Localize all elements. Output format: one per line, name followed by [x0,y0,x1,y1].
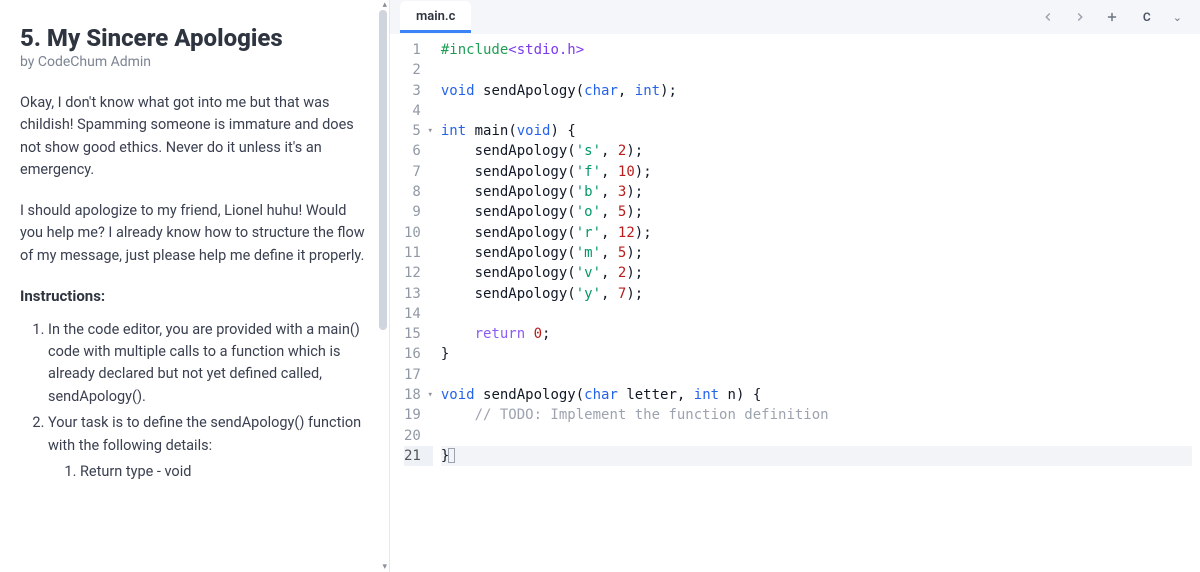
problem-title: 5. My Sincere Apologies [20,24,369,52]
line-number: 9 [404,202,433,222]
line-number: 20 [404,426,433,446]
problem-author: by CodeChum Admin [20,54,369,70]
scroll-down-icon[interactable]: ▾ [382,562,387,572]
code-content[interactable]: #include<stdio.h> void sendApology(char, … [441,40,1200,572]
line-number: 10 [404,223,433,243]
line-number: 3 [404,81,433,101]
line-number: 17 [404,365,433,385]
code-line[interactable]: sendApology('o', 5); [441,202,1192,222]
code-line[interactable] [441,101,1192,121]
code-editor[interactable]: 12345▾6789101112131415161718▾192021 #inc… [390,34,1200,572]
instruction-item: Your task is to define the sendApology()… [48,412,369,483]
line-number: 7 [404,162,433,182]
line-number: 11 [404,243,433,263]
instructions-list: In the code editor, you are provided wit… [20,319,369,484]
code-line[interactable]: // TODO: Implement the function definiti… [441,405,1192,425]
line-number: 18▾ [404,385,433,405]
problem-paragraph: I should apologize to my friend, Lionel … [20,200,369,267]
code-line[interactable]: sendApology('m', 5); [441,243,1192,263]
code-line[interactable]: sendApology('f', 10); [441,162,1192,182]
line-number: 16 [404,344,433,364]
tab-bar: main.c C ⌄ [390,0,1200,34]
code-line[interactable]: sendApology('v', 2); [441,263,1192,283]
line-number: 8 [404,182,433,202]
line-number: 6 [404,141,433,161]
scroll-up-icon[interactable]: ▴ [382,0,387,10]
code-line[interactable] [441,365,1192,385]
code-line[interactable]: } [441,344,1192,364]
problem-sidebar: ▴ ▾ 5. My Sincere Apologies by CodeChum … [0,0,390,572]
chevron-left-icon [1041,10,1055,24]
line-number: 21 [404,446,433,466]
line-number: 5▾ [404,121,433,141]
code-line[interactable] [441,60,1192,80]
code-line[interactable]: void sendApology(char letter, int n) { [441,385,1192,405]
chevron-down-icon[interactable]: ⌄ [1173,11,1182,24]
line-gutter: 12345▾6789101112131415161718▾192021 [390,40,441,572]
line-number: 14 [404,304,433,324]
code-line[interactable]: #include<stdio.h> [441,40,1192,60]
line-number: 13 [404,284,433,304]
code-line[interactable]: sendApology('r', 12); [441,223,1192,243]
file-tab[interactable]: main.c [400,1,471,33]
add-tab-button[interactable] [1103,8,1121,26]
sidebar-scrollbar[interactable]: ▴ ▾ [377,0,389,572]
chevron-right-icon [1073,10,1087,24]
instruction-sublist: Return type - void [48,461,369,483]
line-number: 19 [404,405,433,425]
code-line[interactable]: return 0; [441,324,1192,344]
line-number: 4 [404,101,433,121]
line-number: 12 [404,263,433,283]
tab-actions: C ⌄ [1039,8,1190,26]
instruction-text: Your task is to define the sendApology()… [48,414,361,453]
code-line[interactable]: void sendApology(char, int); [441,81,1192,101]
code-line[interactable]: int main(void) { [441,121,1192,141]
problem-paragraph: Okay, I don't know what got into me but … [20,92,369,182]
line-number: 1 [404,40,433,60]
code-line[interactable]: } [441,446,1192,466]
line-number: 2 [404,60,433,80]
fold-caret-icon[interactable]: ▾ [425,389,433,402]
editor-pane: main.c C ⌄ 12345▾6789101112131415161718▾… [390,0,1200,572]
nav-back-button[interactable] [1039,8,1057,26]
fold-caret-icon[interactable]: ▾ [425,125,433,138]
scrollbar-thumb[interactable] [379,10,387,330]
code-line[interactable]: sendApology('s', 2); [441,141,1192,161]
problem-body: Okay, I don't know what got into me but … [20,92,369,484]
line-number: 15 [404,324,433,344]
code-line[interactable]: sendApology('y', 7); [441,284,1192,304]
plus-icon [1105,10,1119,24]
language-selector[interactable]: C [1135,8,1159,26]
code-line[interactable] [441,426,1192,446]
instructions-heading: Instructions: [20,285,369,308]
nav-forward-button[interactable] [1071,8,1089,26]
instruction-item: In the code editor, you are provided wit… [48,319,369,409]
code-line[interactable]: sendApology('b', 3); [441,182,1192,202]
instruction-subitem: Return type - void [80,461,369,483]
code-line[interactable] [441,304,1192,324]
